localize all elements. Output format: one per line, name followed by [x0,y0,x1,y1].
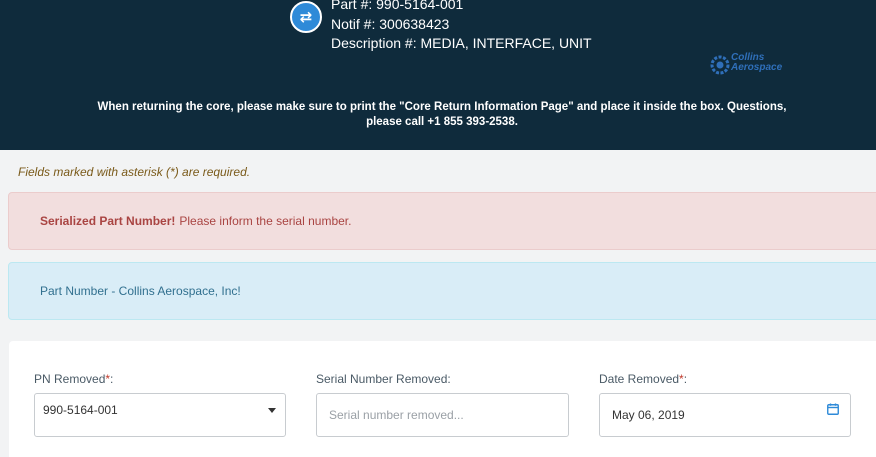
notif-number-line: Notif #: 300638423 [331,16,450,32]
serialized-part-alert: Serialized Part Number! Please inform th… [8,192,876,250]
logo-text: Collins Aerospace [731,53,782,73]
serial-removed-field[interactable] [316,393,569,437]
description-line: Description #: MEDIA, INTERFACE, UNIT [331,35,592,51]
label-colon: : [683,372,688,386]
pn-removed-label: PN Removed*: [34,372,113,386]
date-removed-value: May 06, 2019 [612,408,685,422]
page-header: ⇄ Part #: 990-5164-001 Notif #: 30063842… [0,0,876,150]
label-colon: : [110,372,114,386]
serial-removed-label: Serial Number Removed: [316,372,451,386]
collins-logo-icon [710,55,730,75]
info-message: Part Number - Collins Aerospace, Inc! [40,284,241,298]
part-number-line: Part #: 990-5164-001 [331,0,464,12]
collins-aerospace-logo: Collins Aerospace [710,53,790,77]
date-removed-label-text: Date Removed [599,372,680,386]
pn-removed-select[interactable]: 990-5164-001 [34,393,286,437]
alert-title: Serialized Part Number! [40,214,176,228]
pn-removed-label-text: PN Removed [34,372,106,386]
core-return-notice: When returning the core, please make sur… [97,101,787,128]
serial-removed-input[interactable] [329,408,549,422]
calendar-icon[interactable] [827,403,839,415]
date-removed-field[interactable]: May 06, 2019 [599,393,851,437]
pn-removed-value: 990-5164-001 [43,403,118,417]
chevron-down-icon[interactable] [268,408,276,413]
required-fields-note: Fields marked with asterisk (*) are requ… [18,165,251,179]
part-number-info-alert: Part Number - Collins Aerospace, Inc! [8,262,876,320]
swap-icon[interactable]: ⇄ [290,1,322,33]
logo-line-2: Aerospace [731,62,783,73]
alert-message: Please inform the serial number. [179,214,352,228]
date-removed-label: Date Removed*: [599,372,687,386]
